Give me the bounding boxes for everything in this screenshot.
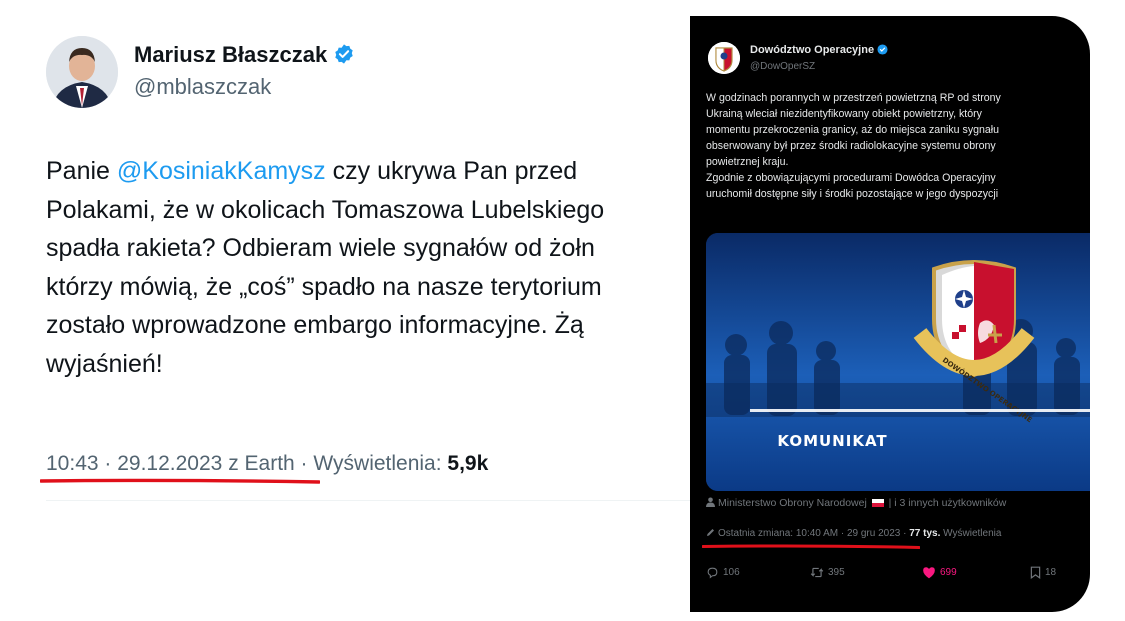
author-handle[interactable]: @mblaszczak: [134, 74, 271, 100]
embedded-author-avatar[interactable]: [708, 42, 740, 74]
tweet-text-line: zostało wprowadzone embargo informacyjne…: [46, 311, 584, 339]
person-icon: [706, 497, 715, 510]
mention-link[interactable]: @KosiniakKamysz: [117, 157, 326, 185]
tagged-user-name: Ministerstwo Obrony Narodowej: [718, 497, 867, 509]
bookmark-button[interactable]: 18: [1030, 566, 1056, 579]
tweet-text-line: Ukrainą wleciał niezidentyfikowany obiek…: [706, 108, 982, 120]
tweet-text-line: obserwowany był przez środki radiolokacy…: [706, 140, 996, 152]
edited-time[interactable]: 10:40 AM · 29 gru 2023: [796, 528, 901, 539]
heart-icon: [922, 566, 936, 579]
like-button[interactable]: 699: [922, 566, 957, 579]
tweet-text-line: spadła rakieta? Odbieram wiele sygnałów …: [46, 234, 595, 262]
red-underline-annotation: [702, 544, 920, 549]
repost-button[interactable]: 395: [810, 566, 845, 579]
tweet-text: Panie @KosiniakKamysz czy ukrywa Pan prz…: [46, 152, 700, 383]
media-title: KOMUNIKAT: [777, 432, 888, 450]
repost-icon: [810, 566, 824, 579]
verified-badge-icon: [333, 43, 355, 71]
edited-label[interactable]: Ostatnia zmiana:: [718, 528, 793, 539]
views-count: 5,9k: [447, 452, 489, 475]
tweet-meta: 10:43 · 29.12.2023 z Earth · Wyświetleni…: [46, 452, 489, 475]
divider: [46, 500, 700, 501]
bookmark-icon: [1030, 566, 1041, 579]
poland-flag-icon: [871, 499, 884, 507]
views-count: 77 tys.: [909, 528, 941, 539]
tweet-text-line: Polakami, że w okolicach Tomaszowa Lubel…: [46, 195, 605, 224]
tweet-text-line: wyjaśnień!: [46, 349, 163, 378]
tweet-time[interactable]: 10:43: [46, 452, 99, 475]
text-fragment: Panie: [46, 157, 117, 185]
tweet-text-line: Zgodnie z obowiązującymi procedurami Dow…: [706, 172, 996, 184]
author-avatar[interactable]: [46, 36, 118, 108]
tweet-media-image[interactable]: DOWÓDZTWO OPERACYJNE: [706, 233, 1090, 491]
reply-count: 106: [723, 567, 740, 578]
red-underline-annotation: [40, 478, 320, 484]
author-name[interactable]: Mariusz Błaszczak: [134, 42, 355, 71]
views-label: Wyświetlenia: [943, 528, 1002, 539]
embedded-tweet-text: W godzinach porannych w przestrzeń powie…: [706, 90, 1090, 202]
tagged-users[interactable]: Ministerstwo Obrony Narodowej | i 3 inny…: [706, 497, 1006, 510]
verified-badge-icon: [877, 44, 888, 58]
tweet-text-line: powietrznej kraju.: [706, 156, 789, 168]
views-label: Wyświetlenia:: [313, 452, 442, 475]
pencil-icon: [706, 528, 715, 540]
embedded-tweet-meta: Ostatnia zmiana: 10:40 AM · 29 gru 2023 …: [706, 528, 1001, 540]
reply-icon: [706, 566, 719, 579]
tweet-text-line: którzy mówią, że „coś” spadło na nasze t…: [46, 272, 602, 301]
tweet-source: z Earth: [228, 452, 295, 475]
embedded-tweet-screenshot: Dowództwo Operacyjne @DowOperSZ W godzin…: [690, 16, 1090, 612]
like-count: 699: [940, 567, 957, 578]
embedded-author-name[interactable]: Dowództwo Operacyjne: [750, 44, 888, 58]
tweet-text-line: W godzinach porannych w przestrzeń powie…: [706, 92, 1001, 104]
tagged-others: i 3 innych użytkowników: [894, 497, 1007, 509]
text-fragment: czy ukrywa Pan przed: [325, 157, 578, 185]
embedded-author-handle[interactable]: @DowOperSZ: [750, 61, 815, 72]
tweet-text-line: uruchomił dostępne siły i środki pozosta…: [706, 188, 999, 200]
tweet-text-line: Panie @KosiniakKamysz czy ukrywa Pan prz…: [46, 152, 700, 191]
main-tweet: Mariusz Błaszczak @mblaszczak Panie @Kos…: [0, 0, 700, 621]
tweet-text-line: momentu przekroczenia granicy, aż do mie…: [706, 124, 1000, 136]
tweet-actions: 106 395 699 18: [706, 566, 1076, 586]
tweet-date[interactable]: 29.12.2023: [117, 452, 222, 475]
reply-button[interactable]: 106: [706, 566, 740, 579]
repost-count: 395: [828, 567, 845, 578]
bookmark-count: 18: [1045, 567, 1057, 578]
